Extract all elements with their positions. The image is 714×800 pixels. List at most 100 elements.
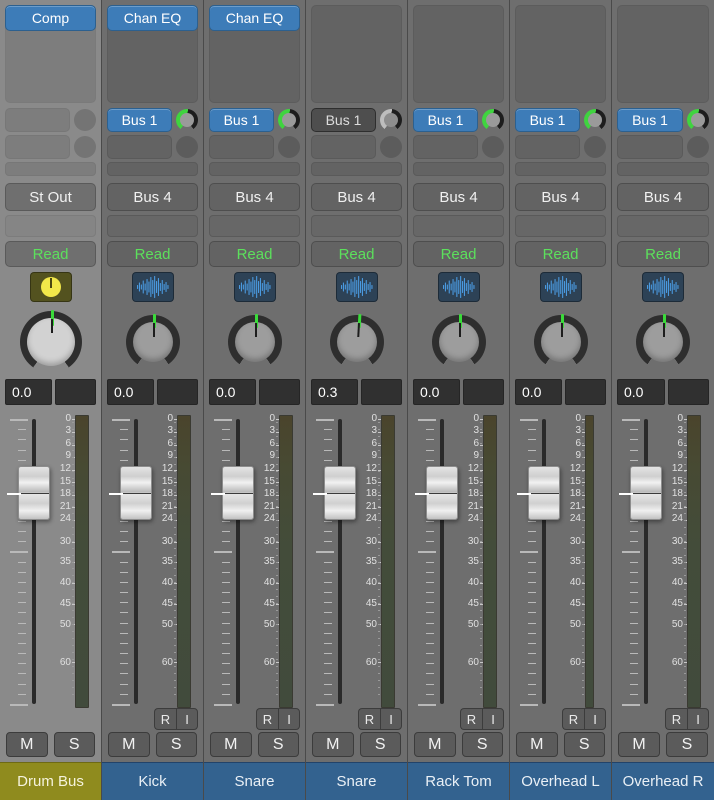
output-routing-button[interactable]: Bus 4: [515, 183, 606, 211]
pan-knob[interactable]: [432, 315, 486, 369]
pan-value-field[interactable]: 0.0: [413, 379, 460, 405]
waveform-icon[interactable]: [438, 272, 480, 302]
group-slot[interactable]: [311, 215, 402, 237]
fader-handle[interactable]: [426, 466, 458, 520]
send-level-knob[interactable]: [278, 109, 300, 131]
solo-button[interactable]: S: [258, 732, 300, 757]
pan-value-field[interactable]: 0.3: [311, 379, 358, 405]
record-enable-button[interactable]: R: [562, 708, 584, 730]
output-routing-button[interactable]: St Out: [5, 183, 96, 211]
pan-knob[interactable]: [636, 315, 690, 369]
send-level-knob[interactable]: [687, 109, 709, 131]
send-level-knob[interactable]: [278, 136, 300, 158]
input-monitor-button[interactable]: I: [687, 708, 709, 730]
secondary-value-field[interactable]: [361, 379, 402, 405]
solo-button[interactable]: S: [54, 732, 96, 757]
solo-button[interactable]: S: [666, 732, 708, 757]
send-level-knob[interactable]: [380, 136, 402, 158]
send-level-knob[interactable]: [482, 136, 504, 158]
secondary-value-field[interactable]: [565, 379, 606, 405]
send-level-knob[interactable]: [74, 136, 96, 158]
input-monitor-button[interactable]: I: [380, 708, 402, 730]
send-level-knob[interactable]: [176, 136, 198, 158]
group-slot[interactable]: [107, 215, 198, 237]
send-slot-empty[interactable]: [617, 162, 709, 176]
output-routing-button[interactable]: Bus 4: [413, 183, 504, 211]
channel-name-plate[interactable]: Kick: [102, 762, 203, 800]
waveform-icon[interactable]: [132, 272, 174, 302]
fader-track[interactable]: [542, 419, 546, 704]
channel-name-plate[interactable]: Overhead L: [510, 762, 611, 800]
channel-strip-kick[interactable]: Chan EQBus 1Bus 4Read0.00369121518212430…: [102, 0, 204, 800]
pan-value-field[interactable]: 0.0: [107, 379, 154, 405]
secondary-value-field[interactable]: [463, 379, 504, 405]
automation-mode-button[interactable]: Read: [5, 241, 96, 267]
send-destination-button[interactable]: Bus 1: [617, 108, 683, 132]
pan-knob[interactable]: [330, 315, 384, 369]
output-routing-button[interactable]: Bus 4: [617, 183, 709, 211]
input-monitor-button[interactable]: I: [278, 708, 300, 730]
fader-track[interactable]: [32, 419, 36, 704]
record-enable-button[interactable]: R: [358, 708, 380, 730]
input-monitor-button[interactable]: I: [176, 708, 198, 730]
send-destination-button[interactable]: [311, 135, 376, 159]
group-slot[interactable]: [515, 215, 606, 237]
send-slot-empty[interactable]: [209, 162, 300, 176]
channel-name-plate[interactable]: Snare: [306, 762, 407, 800]
send-level-knob[interactable]: [482, 109, 504, 131]
automation-mode-button[interactable]: Read: [515, 241, 606, 267]
send-destination-button[interactable]: Bus 1: [209, 108, 274, 132]
record-enable-button[interactable]: R: [256, 708, 278, 730]
fader-column[interactable]: [618, 415, 664, 708]
group-slot[interactable]: [5, 215, 96, 237]
channel-name-plate[interactable]: Snare: [204, 762, 305, 800]
insert-slot-empty[interactable]: [617, 5, 709, 103]
fader-track[interactable]: [134, 419, 138, 704]
secondary-value-field[interactable]: [157, 379, 198, 405]
pan-knob[interactable]: [126, 315, 180, 369]
pan-value-field[interactable]: 0.0: [617, 379, 665, 405]
fader-track[interactable]: [644, 419, 648, 704]
fader-handle[interactable]: [222, 466, 254, 520]
insert-slot-empty[interactable]: [515, 5, 606, 103]
group-slot[interactable]: [413, 215, 504, 237]
record-enable-button[interactable]: R: [154, 708, 176, 730]
insert-slot-empty[interactable]: [413, 5, 504, 103]
send-slot-empty[interactable]: [413, 162, 504, 176]
fader-column[interactable]: [312, 415, 358, 708]
mute-button[interactable]: M: [6, 732, 48, 757]
channel-name-plate[interactable]: Drum Bus: [0, 762, 101, 800]
input-monitor-button[interactable]: I: [482, 708, 504, 730]
send-slot-empty[interactable]: [311, 162, 402, 176]
secondary-value-field[interactable]: [55, 379, 96, 405]
pan-value-field[interactable]: 0.0: [209, 379, 256, 405]
fader-handle[interactable]: [324, 466, 356, 520]
insert-plugin-button[interactable]: Chan EQ: [209, 5, 300, 31]
waveform-icon[interactable]: [234, 272, 276, 302]
send-slot-empty[interactable]: [515, 162, 606, 176]
pan-value-field[interactable]: 0.0: [5, 379, 52, 405]
pan-value-field[interactable]: 0.0: [515, 379, 562, 405]
mute-button[interactable]: M: [108, 732, 150, 757]
send-destination-button[interactable]: Bus 1: [311, 108, 376, 132]
send-destination-button[interactable]: [413, 135, 478, 159]
send-destination-button[interactable]: [5, 108, 70, 132]
send-destination-button[interactable]: [617, 135, 683, 159]
mute-button[interactable]: M: [618, 732, 660, 757]
secondary-value-field[interactable]: [668, 379, 710, 405]
channel-name-plate[interactable]: Rack Tom: [408, 762, 509, 800]
secondary-value-field[interactable]: [259, 379, 300, 405]
channel-strip-overhead-r[interactable]: Bus 1Bus 4Read0.003691215182124303540455…: [612, 0, 714, 800]
group-slot[interactable]: [209, 215, 300, 237]
fader-column[interactable]: [210, 415, 256, 708]
solo-button[interactable]: S: [360, 732, 402, 757]
output-routing-button[interactable]: Bus 4: [311, 183, 402, 211]
automation-mode-button[interactable]: Read: [311, 241, 402, 267]
fader-column[interactable]: [108, 415, 154, 708]
insert-plugin-button[interactable]: Comp: [5, 5, 96, 31]
send-destination-button[interactable]: [5, 135, 70, 159]
pan-knob[interactable]: [228, 315, 282, 369]
fader-track[interactable]: [236, 419, 240, 704]
send-level-knob[interactable]: [584, 109, 606, 131]
send-level-knob[interactable]: [584, 136, 606, 158]
